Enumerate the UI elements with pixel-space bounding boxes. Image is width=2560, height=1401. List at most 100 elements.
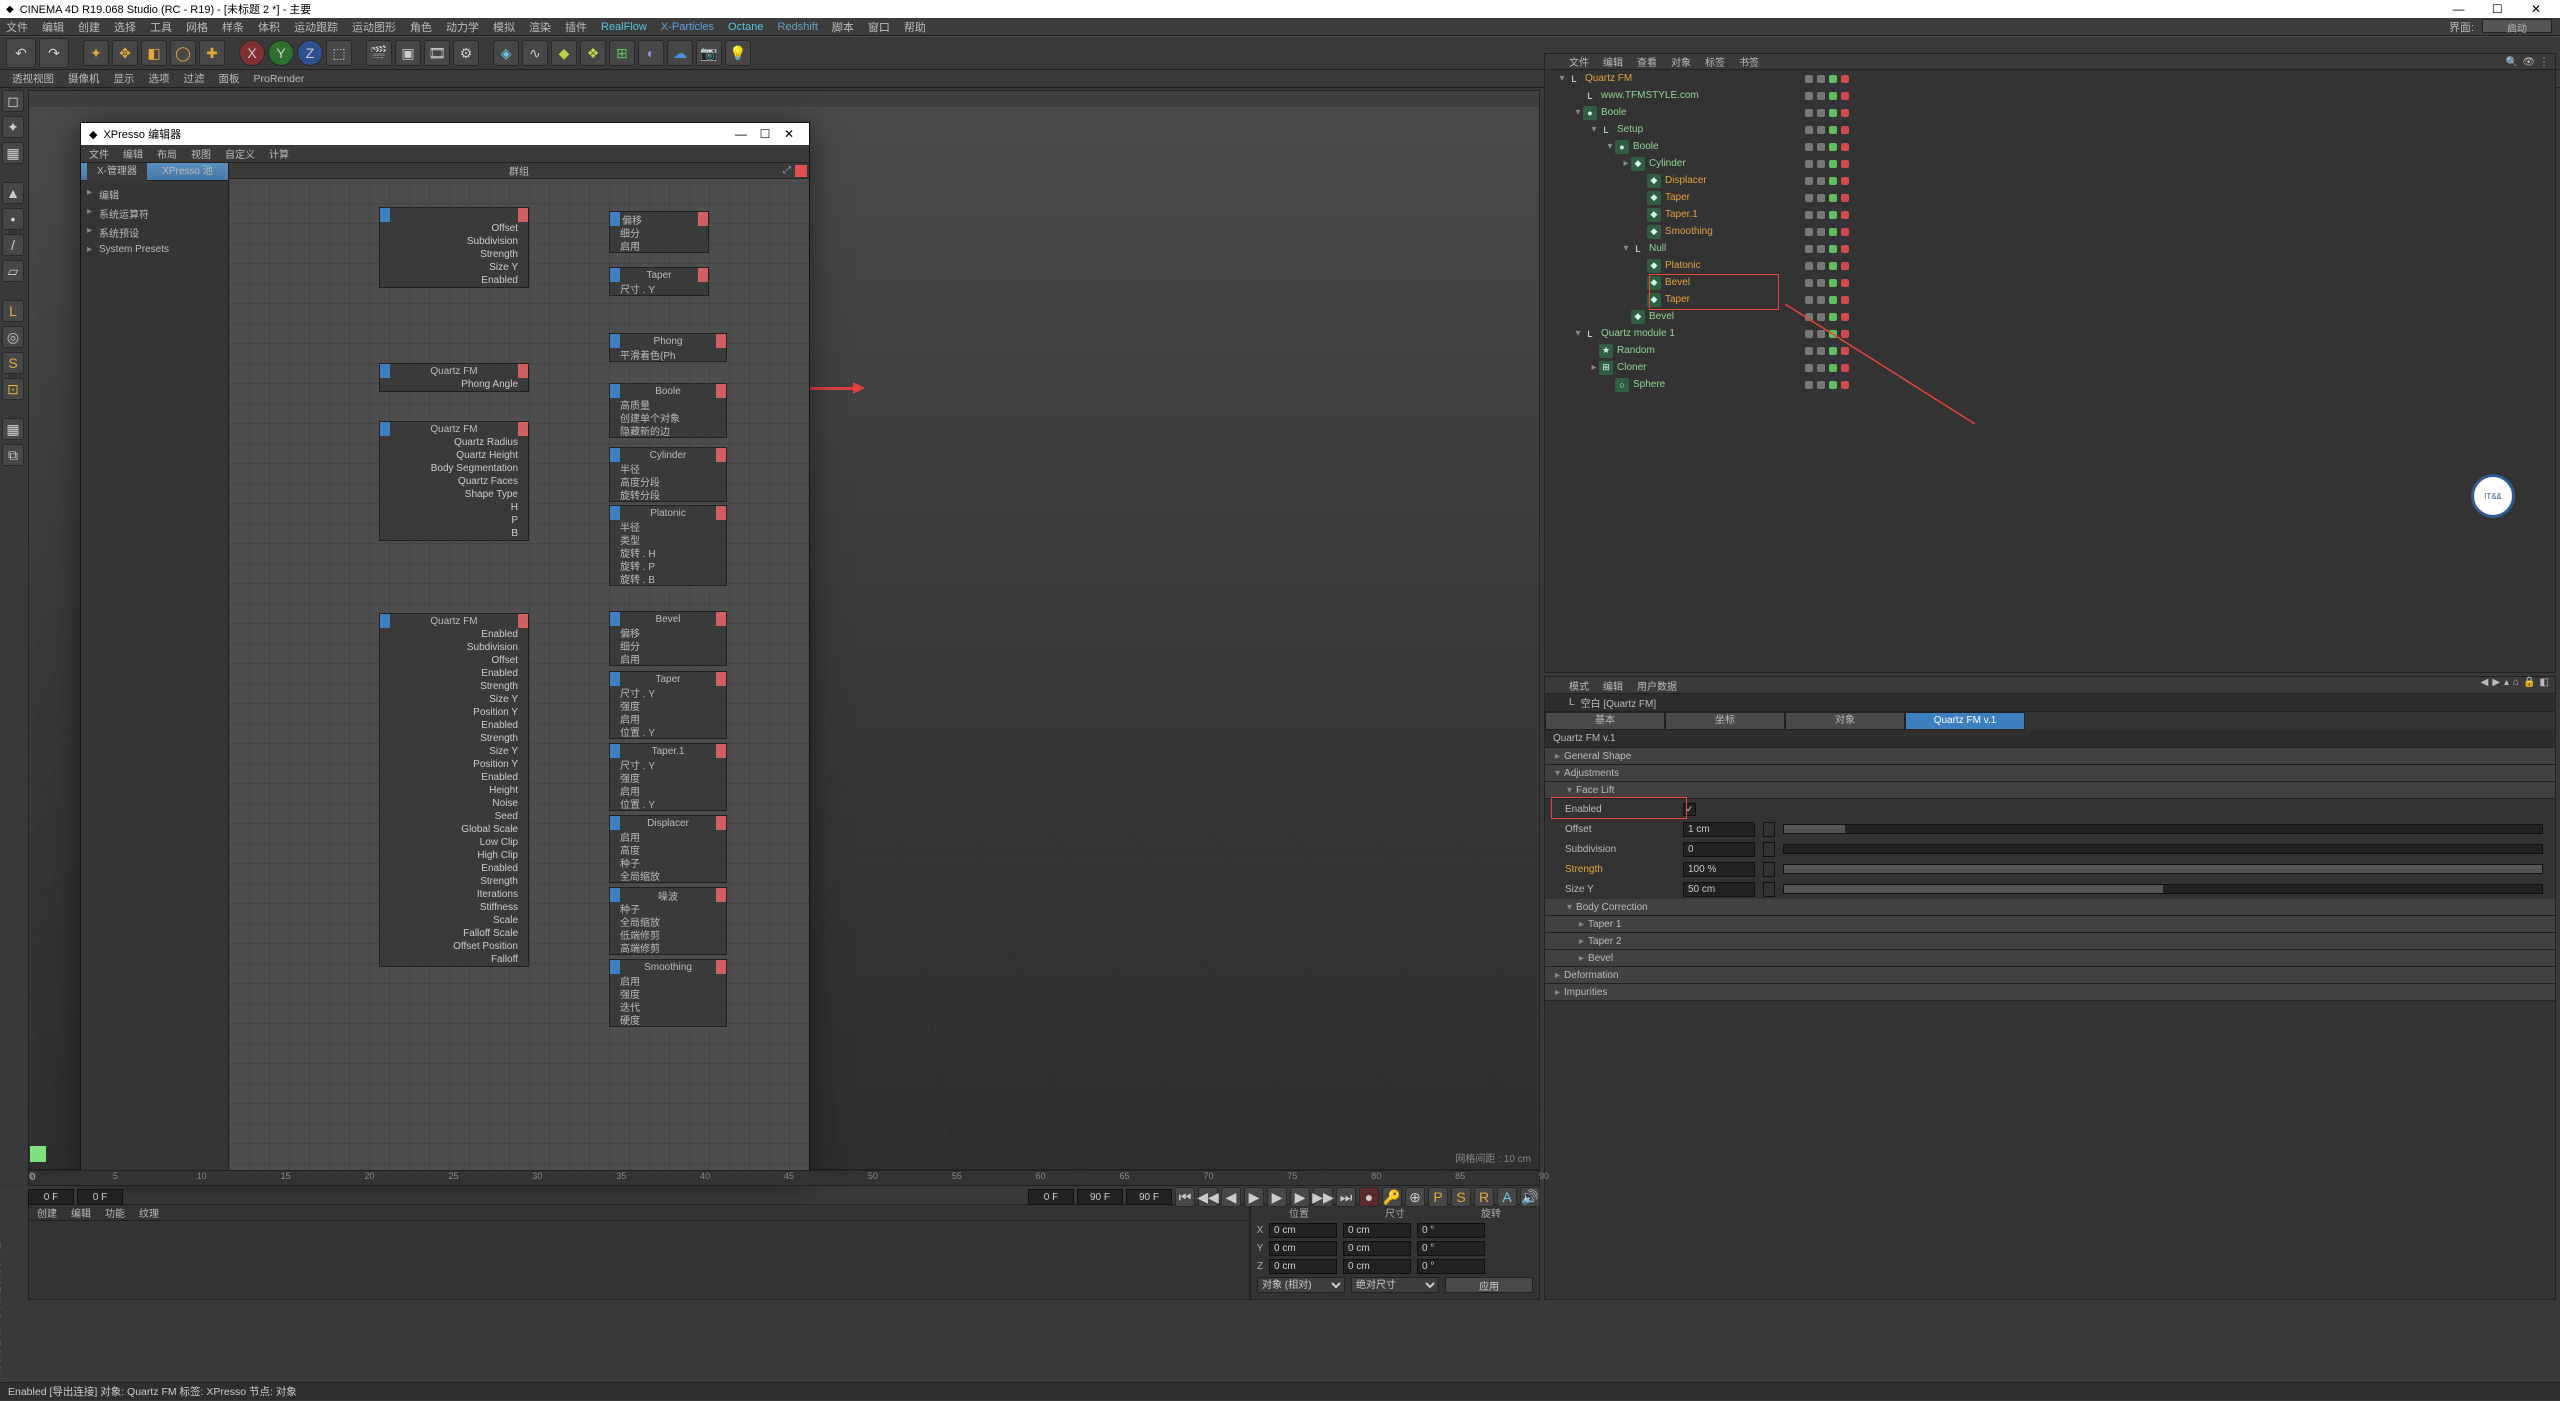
om-item[interactable]: ▸⊞Cloner bbox=[1545, 359, 2555, 376]
point-mode[interactable]: • bbox=[2, 208, 24, 230]
render-region[interactable]: ▣ bbox=[395, 40, 421, 66]
xpresso-canvas[interactable]: 群组 ⤢ bbox=[229, 163, 809, 1176]
vp-panel[interactable]: 面板 bbox=[219, 71, 240, 86]
sound-button[interactable]: 🔊 bbox=[1520, 1187, 1540, 1207]
xpresso-titlebar[interactable]: ◆ XPresso 编辑器 — ☐ ✕ bbox=[81, 123, 809, 145]
render-dot[interactable] bbox=[1841, 364, 1849, 372]
material-manager[interactable]: 创建 编辑 功能 纹理 bbox=[28, 1204, 1250, 1300]
visibility-dot[interactable] bbox=[1829, 364, 1837, 372]
expand-icon[interactable]: ▾ bbox=[1573, 107, 1583, 118]
menu-xparticles[interactable]: X-Particles bbox=[661, 21, 714, 33]
rot-input[interactable] bbox=[1417, 1259, 1485, 1274]
record-button[interactable]: ● bbox=[1359, 1187, 1379, 1207]
am-lock-icon[interactable]: 🔒 bbox=[2523, 677, 2535, 688]
xpresso-editor[interactable]: ◆ XPresso 编辑器 — ☐ ✕ 文件 编辑 布局 视图 自定义 计算 X… bbox=[80, 122, 810, 1177]
next-key-button[interactable]: ▶▶ bbox=[1313, 1187, 1333, 1207]
move-tool[interactable]: ✥ bbox=[112, 40, 138, 66]
tl-end-range[interactable] bbox=[1077, 1189, 1123, 1205]
am-prev-icon[interactable]: ◀ bbox=[2481, 677, 2489, 688]
maximize-button[interactable]: ☐ bbox=[2479, 2, 2515, 16]
menu-mesh[interactable]: 网格 bbox=[186, 19, 208, 35]
add-spline[interactable]: ∿ bbox=[522, 40, 548, 66]
xp-node-bevel[interactable]: Bevel 偏移 细分 启用 bbox=[609, 611, 727, 666]
menu-plugins[interactable]: 插件 bbox=[565, 19, 587, 35]
slider-sizey[interactable] bbox=[1783, 884, 2543, 894]
xp-node-taper2[interactable]: Taper 尺寸 . Y 强度 启用 位置 . Y bbox=[609, 671, 727, 739]
visibility-dot[interactable] bbox=[1829, 347, 1837, 355]
sec-deform[interactable]: ▸Deformation bbox=[1545, 967, 2555, 984]
xp-node-cylinder[interactable]: Cylinder 半径 高度分段 旋转分段 bbox=[609, 447, 727, 502]
render-dot[interactable] bbox=[1841, 296, 1849, 304]
render-settings[interactable]: ⚙ bbox=[453, 40, 479, 66]
am-tab-quartz[interactable]: Quartz FM v.1 bbox=[1905, 712, 2025, 730]
expand-icon[interactable]: ▾ bbox=[1573, 328, 1583, 339]
menu-octane[interactable]: Octane bbox=[728, 21, 763, 33]
vp-tab[interactable]: 透视视图 bbox=[12, 71, 54, 86]
om-menu-view[interactable]: 查看 bbox=[1637, 54, 1657, 69]
render-dot[interactable] bbox=[1841, 143, 1849, 151]
menu-mograph[interactable]: 运动图形 bbox=[352, 19, 396, 35]
menu-script[interactable]: 脚本 bbox=[832, 19, 854, 35]
xp-port[interactable]: Low Clip bbox=[380, 836, 528, 849]
render-view[interactable]: 🎬 bbox=[366, 40, 392, 66]
vp-prorender[interactable]: ProRender bbox=[254, 73, 305, 85]
menu-create[interactable]: 创建 bbox=[78, 19, 100, 35]
visibility-dot[interactable] bbox=[1829, 75, 1837, 83]
menu-help[interactable]: 帮助 bbox=[904, 19, 926, 35]
object-name[interactable]: www.TFMSTYLE.com bbox=[1601, 90, 1699, 101]
om-menu-edit[interactable]: 编辑 bbox=[1603, 54, 1623, 69]
am-menu-mode[interactable]: 模式 bbox=[1569, 678, 1589, 693]
autokey-button[interactable]: 🔑 bbox=[1382, 1187, 1402, 1207]
render-dot[interactable] bbox=[1841, 262, 1849, 270]
render-dot[interactable] bbox=[1841, 75, 1849, 83]
add-array[interactable]: ⊞ bbox=[609, 40, 635, 66]
menu-select[interactable]: 选择 bbox=[114, 19, 136, 35]
menu-realflow[interactable]: RealFlow bbox=[601, 21, 647, 33]
render-dot[interactable] bbox=[1841, 330, 1849, 338]
om-tree[interactable]: ▾LQuartz FMLwww.TFMSTYLE.com▾●Boole▾LSet… bbox=[1545, 70, 2555, 393]
xp-node-qfm-phong[interactable]: Quartz FM Phong Angle bbox=[379, 363, 529, 392]
xp-port[interactable]: Position Y bbox=[380, 758, 528, 771]
add-light[interactable]: 💡 bbox=[725, 40, 751, 66]
xp-node-taper3[interactable]: Taper.1 尺寸 . Y 强度 启用 位置 . Y bbox=[609, 743, 727, 811]
xp-port[interactable]: Enabled bbox=[380, 862, 528, 875]
object-name[interactable]: Setup bbox=[1617, 124, 1643, 135]
key-p-button[interactable]: P bbox=[1428, 1187, 1448, 1207]
visibility-dot[interactable] bbox=[1829, 160, 1837, 168]
menu-render[interactable]: 渲染 bbox=[529, 19, 551, 35]
xp-tree-syspre[interactable]: 系统预设 bbox=[85, 223, 224, 242]
render-dot[interactable] bbox=[1841, 92, 1849, 100]
stepper-strength[interactable] bbox=[1763, 862, 1775, 877]
xp-port[interactable]: Falloff bbox=[380, 953, 528, 966]
add-cube[interactable]: ◈ bbox=[493, 40, 519, 66]
xp-menu-layout[interactable]: 布局 bbox=[157, 146, 177, 161]
model-mode[interactable]: ◻ bbox=[2, 90, 24, 112]
coords-mode-select[interactable]: 对象 (相对) bbox=[1257, 1277, 1345, 1293]
slider-offset[interactable] bbox=[1783, 824, 2543, 834]
input-subdiv[interactable] bbox=[1683, 842, 1755, 857]
expand-icon[interactable]: ▾ bbox=[1589, 124, 1599, 135]
vp-filter[interactable]: 过滤 bbox=[184, 71, 205, 86]
add-environment[interactable]: ☁ bbox=[667, 40, 693, 66]
om-item[interactable]: ◆Taper.1 bbox=[1545, 206, 2555, 223]
om-item[interactable]: ◆Displacer bbox=[1545, 172, 2555, 189]
close-button[interactable]: ✕ bbox=[2518, 2, 2554, 16]
xp-port[interactable]: Noise bbox=[380, 797, 528, 810]
menu-redshift[interactable]: Redshift bbox=[778, 21, 818, 33]
workplane-lock[interactable]: ▦ bbox=[2, 418, 24, 440]
menu-volume[interactable]: 体积 bbox=[258, 19, 280, 35]
xp-port[interactable]: Scale bbox=[380, 914, 528, 927]
visibility-dot[interactable] bbox=[1829, 126, 1837, 134]
goto-start-button[interactable]: ⏮ bbox=[1175, 1187, 1195, 1207]
key-r-button[interactable]: R bbox=[1474, 1187, 1494, 1207]
om-menu-book[interactable]: 书签 bbox=[1739, 54, 1759, 69]
am-new-icon[interactable]: ◧ bbox=[2540, 677, 2549, 688]
y-axis-lock[interactable]: Y bbox=[268, 40, 294, 66]
om-item[interactable]: ▾LQuartz module 1 bbox=[1545, 325, 2555, 342]
coordinates-panel[interactable]: 位置尺寸旋转 XYZ 对象 (相对) 绝对尺寸 应用 bbox=[1250, 1204, 1540, 1300]
timeline-ruler[interactable]: 051015202530354045505560657075808590 bbox=[28, 1170, 1540, 1186]
xp-port[interactable]: Height bbox=[380, 784, 528, 797]
xp-port[interactable]: Position Y bbox=[380, 706, 528, 719]
xp-port[interactable]: Enabled bbox=[380, 771, 528, 784]
render-dot[interactable] bbox=[1841, 211, 1849, 219]
